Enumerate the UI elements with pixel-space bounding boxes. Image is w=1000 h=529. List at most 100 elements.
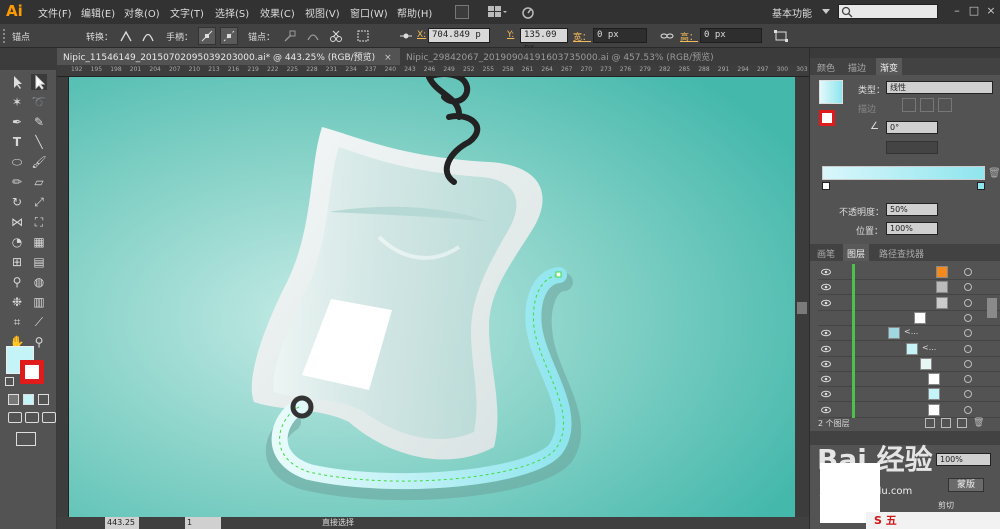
stroke-gradient-option-icon[interactable]: [938, 98, 952, 112]
tab-document-active[interactable]: Nipic_11546149_20150702095039203000.ai* …: [57, 48, 400, 65]
menu-edit[interactable]: 编辑(E): [81, 5, 115, 20]
align-anchor-icon[interactable]: [398, 28, 414, 44]
rotate-tool-icon[interactable]: ↻: [9, 194, 25, 210]
y-label[interactable]: Y:: [507, 30, 514, 40]
layer-row[interactable]: [818, 279, 1000, 296]
cut-path-icon[interactable]: [328, 28, 344, 44]
layer-target-icon[interactable]: [964, 375, 972, 384]
color-mode-icon[interactable]: [8, 394, 19, 405]
zoom-field[interactable]: 443.25: [105, 517, 139, 529]
h-label[interactable]: 高：: [680, 30, 698, 43]
menu-type[interactable]: 文字(T): [170, 5, 204, 20]
tab-layers[interactable]: 图层: [843, 244, 870, 261]
layer-row[interactable]: [818, 401, 1000, 418]
delete-stop-icon[interactable]: 🗑: [988, 168, 1000, 180]
control-bar-grip[interactable]: [3, 29, 7, 43]
layer-row[interactable]: [818, 309, 1000, 326]
visibility-eye-icon[interactable]: [821, 328, 831, 338]
opacity-field[interactable]: 50%: [886, 203, 938, 216]
tab-brushes[interactable]: 画笔: [813, 244, 839, 261]
visibility-eye-icon[interactable]: [821, 405, 831, 415]
workspace-switcher[interactable]: 基本功能: [772, 5, 812, 20]
layer-target-icon[interactable]: [964, 283, 972, 292]
layers-scroll-thumb[interactable]: [987, 298, 997, 318]
menu-select[interactable]: 选择(S): [215, 5, 249, 20]
maximize-button[interactable]: □: [967, 4, 981, 18]
tab-close-icon[interactable]: ×: [384, 53, 392, 63]
draw-behind-icon[interactable]: [25, 412, 39, 423]
blend-tool-icon[interactable]: ◍: [31, 274, 47, 290]
layer-row[interactable]: [818, 371, 1000, 388]
lasso-icon[interactable]: ➰: [31, 94, 47, 110]
layer-target-icon[interactable]: [964, 390, 972, 399]
none-mode-icon[interactable]: [38, 394, 49, 405]
menu-effect[interactable]: 效果(C): [260, 5, 295, 20]
gradient-stop-left[interactable]: [822, 182, 830, 190]
layer-row[interactable]: [818, 386, 1000, 403]
stroke-gradient-option-icon[interactable]: [920, 98, 934, 112]
ellipse-tool-icon[interactable]: ⬭: [9, 154, 25, 170]
artboard-canvas[interactable]: [69, 77, 795, 517]
clip-checkbox[interactable]: 剪切: [938, 500, 954, 511]
layer-row[interactable]: <...: [818, 325, 1000, 342]
minimize-button[interactable]: –: [950, 4, 964, 18]
layer-target-icon[interactable]: [964, 344, 972, 353]
gradient-mode-icon[interactable]: [23, 394, 34, 405]
layer-row[interactable]: [818, 355, 1000, 372]
arrange-documents-icon[interactable]: [487, 5, 507, 19]
menu-file[interactable]: 文件(F): [38, 5, 72, 20]
position-field[interactable]: 100%: [886, 222, 938, 235]
remove-anchor-icon[interactable]: [282, 28, 298, 44]
eyedropper-icon[interactable]: ⚲: [9, 274, 25, 290]
type-tool-icon[interactable]: T: [9, 134, 25, 150]
menu-view[interactable]: 视图(V): [305, 5, 340, 20]
delete-layer-icon[interactable]: 🗑: [973, 418, 984, 428]
x-label[interactable]: X:: [417, 30, 426, 40]
menu-help[interactable]: 帮助(H): [397, 5, 432, 20]
ime-toolbar[interactable]: S 五: [866, 512, 1000, 529]
graph-tool-icon[interactable]: ▥: [31, 294, 47, 310]
horizontal-ruler[interactable]: 192 195 198 201 204 207 210 213 216 219 222 225 228 2…: [57, 65, 809, 77]
vertical-scrollbar[interactable]: [795, 77, 809, 517]
curvature-tool-icon[interactable]: ✎: [31, 114, 47, 130]
mask-button[interactable]: 蒙版: [948, 478, 984, 492]
layer-target-icon[interactable]: [964, 329, 972, 338]
draw-inside-icon[interactable]: [42, 412, 56, 423]
new-sublayer-icon[interactable]: [941, 418, 951, 428]
tab-pathfinder[interactable]: 路径查找器: [875, 244, 928, 261]
layer-row[interactable]: [818, 264, 1000, 280]
layer-target-icon[interactable]: [964, 268, 972, 276]
constrain-proportions-icon[interactable]: [660, 29, 674, 43]
visibility-eye-icon[interactable]: [821, 267, 831, 277]
line-tool-icon[interactable]: ╲: [31, 134, 47, 150]
scale-tool-icon[interactable]: ⤢: [31, 194, 47, 210]
x-field[interactable]: 704.849 p: [428, 28, 490, 43]
gradient-type-select[interactable]: 线性: [886, 81, 993, 94]
width-tool-icon[interactable]: ⋈: [9, 214, 25, 230]
transform-icon[interactable]: [773, 28, 789, 44]
visibility-eye-icon[interactable]: [821, 282, 831, 292]
visibility-eye-icon[interactable]: [821, 374, 831, 384]
stroke-gradient-option-icon[interactable]: [902, 98, 916, 112]
selection-tool-icon[interactable]: [9, 74, 25, 90]
scrollbar-thumb[interactable]: [797, 302, 807, 314]
gpu-performance-icon[interactable]: [520, 4, 536, 20]
pencil-icon[interactable]: ✏: [9, 174, 25, 190]
transparency-opacity-field[interactable]: 100%: [936, 453, 991, 466]
symbol-sprayer-icon[interactable]: ❉: [9, 294, 25, 310]
tab-stroke[interactable]: 描边: [844, 58, 870, 75]
search-input[interactable]: [838, 4, 938, 19]
magic-wand-icon[interactable]: ✶: [9, 94, 25, 110]
gradient-tool-icon[interactable]: ▤: [31, 254, 47, 270]
gradient-preview-swatch[interactable]: [819, 80, 843, 104]
w-field[interactable]: 0 px: [593, 28, 647, 43]
default-colors-icon[interactable]: [5, 377, 14, 386]
tab-document-inactive[interactable]: Nipic_29842067_20190904191603735000.ai @…: [400, 48, 809, 65]
shape-builder-icon[interactable]: ◔: [9, 234, 25, 250]
hide-handles-button[interactable]: [220, 27, 238, 45]
perspective-grid-icon[interactable]: ▦: [31, 234, 47, 250]
layer-target-icon[interactable]: [964, 298, 972, 307]
y-field[interactable]: 135.09 px: [520, 28, 568, 53]
pen-tool-icon[interactable]: ✒: [9, 114, 25, 130]
aspect-ratio-field[interactable]: [886, 141, 938, 154]
